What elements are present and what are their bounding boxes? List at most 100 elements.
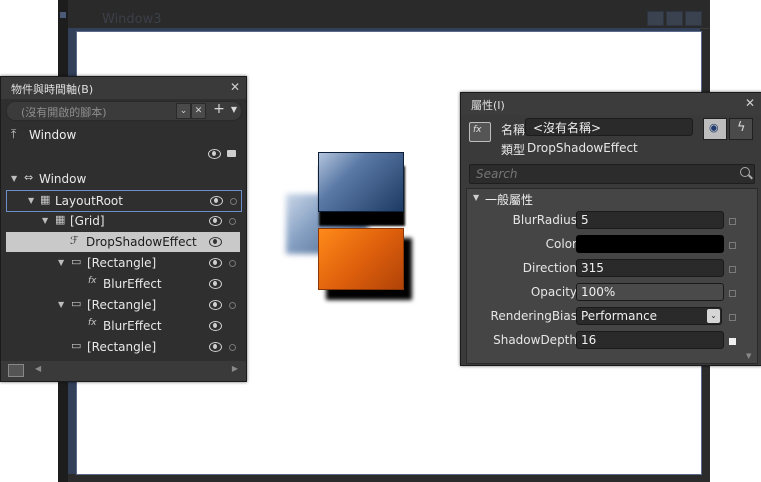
name-label: 名稱 xyxy=(501,123,526,137)
direction-field[interactable]: 315 xyxy=(576,259,724,277)
lock-dot-icon[interactable] xyxy=(230,198,237,205)
property-row-direction: Direction 315 xyxy=(467,257,757,281)
search-box xyxy=(469,164,755,184)
property-name: RenderingBias xyxy=(490,309,577,323)
advanced-options-icon[interactable] xyxy=(729,218,736,225)
objects-timeline-panel: 物件與時間軸(B) ✕ (沒有開啟的腳本) ⌄ ✕ + ▼ ⤒ Window ▼… xyxy=(0,76,247,382)
blurradius-field[interactable]: 5 xyxy=(576,211,724,229)
eye-icon[interactable] xyxy=(208,149,221,159)
tree-item-rectangle[interactable]: ▼ ▭ [Rectangle] xyxy=(6,295,240,315)
lock-dot-icon[interactable] xyxy=(229,260,236,267)
lock-dot-icon[interactable] xyxy=(229,302,236,309)
storyboard-placeholder: (沒有開啟的腳本) xyxy=(21,106,107,119)
expand-arrow-icon[interactable]: ▼ xyxy=(28,196,34,205)
property-row-color: Color xyxy=(467,233,757,257)
scroll-right-icon[interactable]: ▶ xyxy=(232,364,238,373)
events-view-icon[interactable] xyxy=(729,118,753,140)
tree-item-label: BlurEffect xyxy=(103,319,162,333)
properties-view-icon[interactable] xyxy=(703,118,727,140)
fx-icon: fx xyxy=(88,318,97,328)
orange-rectangle[interactable] xyxy=(318,228,404,290)
tree-item-dropshadoweffect[interactable]: ℱ DropShadowEffect xyxy=(6,232,240,252)
fx-icon: fx xyxy=(88,276,97,286)
expand-arrow-icon[interactable]: ▼ xyxy=(473,193,479,202)
close-storyboard-icon[interactable]: ✕ xyxy=(191,103,206,119)
panel-header: 物件與時間軸(B) ✕ xyxy=(1,77,246,99)
category-header[interactable]: ▼ 一般屬性 xyxy=(467,189,757,207)
panel-title: 物件與時間軸(B) xyxy=(11,83,94,96)
property-name: Opacity xyxy=(530,285,577,299)
tree-item-layoutroot[interactable]: ▼ ▦ LayoutRoot xyxy=(6,190,242,212)
lock-dot-icon[interactable] xyxy=(229,344,236,351)
add-storyboard-button[interactable]: + xyxy=(213,102,225,117)
tree-item-label: [Grid] xyxy=(70,214,105,228)
tree-item-grid[interactable]: ▼ ▦ [Grid] xyxy=(6,211,240,231)
effect-icon: ℱ xyxy=(70,234,79,247)
scroll-down-icon[interactable]: ▼ xyxy=(746,352,751,360)
rectangle-icon: ▭ xyxy=(71,339,82,352)
name-field[interactable] xyxy=(525,118,693,136)
eye-icon[interactable] xyxy=(209,300,222,310)
eye-icon[interactable] xyxy=(210,196,223,206)
property-row-blurradius: BlurRadius 5 xyxy=(467,209,757,233)
search-input[interactable] xyxy=(470,165,726,183)
eye-icon[interactable] xyxy=(209,279,222,289)
advanced-options-icon[interactable] xyxy=(729,314,736,321)
blue-rectangle[interactable] xyxy=(318,152,404,212)
panel-footer: ◀ ▶ xyxy=(1,361,246,381)
chevron-down-icon[interactable]: ⌄ xyxy=(176,103,191,119)
scope-row[interactable]: ⤒ Window xyxy=(1,123,246,147)
layers-icon[interactable] xyxy=(8,364,24,377)
search-icon[interactable] xyxy=(740,167,750,177)
shadowdepth-field[interactable]: 16 xyxy=(576,331,724,349)
scroll-left-icon[interactable]: ◀ xyxy=(35,364,41,373)
eye-icon[interactable] xyxy=(209,342,222,352)
scope-up-icon[interactable]: ⤒ xyxy=(11,127,16,142)
close-icon[interactable]: ✕ xyxy=(745,96,755,110)
eye-icon[interactable] xyxy=(209,321,222,331)
expand-arrow-icon[interactable]: ▼ xyxy=(58,258,64,267)
eye-icon[interactable] xyxy=(209,258,222,268)
rectangle-icon: ▭ xyxy=(71,297,82,310)
tree-item-rectangle[interactable]: ▼ ▭ [Rectangle] xyxy=(6,253,240,273)
window-handle[interactable] xyxy=(60,12,66,18)
advanced-options-icon[interactable] xyxy=(729,338,736,345)
expand-arrow-icon[interactable]: ▼ xyxy=(42,216,48,225)
tree-item-rectangle[interactable]: ▭ [Rectangle] xyxy=(6,337,240,357)
tree-item-window[interactable]: ▼ ⇔ Window xyxy=(6,169,240,189)
advanced-options-icon[interactable] xyxy=(729,290,736,297)
lock-dot-icon[interactable] xyxy=(229,218,236,225)
tree-item-label: LayoutRoot xyxy=(55,194,123,208)
renderingbias-value: Performance xyxy=(581,309,658,323)
close-icon[interactable]: ✕ xyxy=(230,80,240,94)
tree-item-label: [Rectangle] xyxy=(87,340,157,354)
tree-item-label: BlurEffect xyxy=(103,277,162,291)
tree-item-blureffect[interactable]: fx BlurEffect xyxy=(6,316,240,336)
chevron-down-icon[interactable]: ⌄ xyxy=(707,309,720,323)
tree-item-blureffect[interactable]: fx BlurEffect xyxy=(6,274,240,294)
grid-icon: ▦ xyxy=(55,213,66,226)
close-icon[interactable] xyxy=(685,11,702,26)
tree-item-label: [Rectangle] xyxy=(87,256,157,270)
lock-icon[interactable] xyxy=(227,150,236,157)
expand-arrow-icon[interactable]: ▼ xyxy=(58,300,64,309)
window-caption-buttons xyxy=(647,11,702,26)
properties-panel: 屬性(I) ✕ 名稱 類型 DropShadowEffect ▼ 一般屬性 Bl… xyxy=(460,92,761,366)
maximize-icon[interactable] xyxy=(666,11,683,26)
grid-icon: ▦ xyxy=(40,193,51,206)
menu-arrow-icon[interactable]: ▼ xyxy=(229,103,239,117)
type-label: 類型 xyxy=(501,143,526,157)
advanced-options-icon[interactable] xyxy=(729,242,736,249)
opacity-field[interactable]: 100% xyxy=(576,283,724,301)
eye-icon[interactable] xyxy=(209,216,222,226)
color-swatch[interactable] xyxy=(576,235,724,253)
eye-icon[interactable] xyxy=(209,237,222,247)
panel-header: 屬性(I) ✕ xyxy=(461,93,761,115)
advanced-options-icon[interactable] xyxy=(729,266,736,273)
window-title-bar: Window3 xyxy=(68,0,710,29)
renderingbias-select[interactable]: Performance ⌄ xyxy=(576,307,722,325)
property-name: Direction xyxy=(522,261,577,275)
storyboard-picker[interactable]: (沒有開啟的腳本) ⌄ ✕ + ▼ xyxy=(6,101,242,121)
expand-arrow-icon[interactable]: ▼ xyxy=(11,174,17,183)
minimize-icon[interactable] xyxy=(647,11,664,26)
